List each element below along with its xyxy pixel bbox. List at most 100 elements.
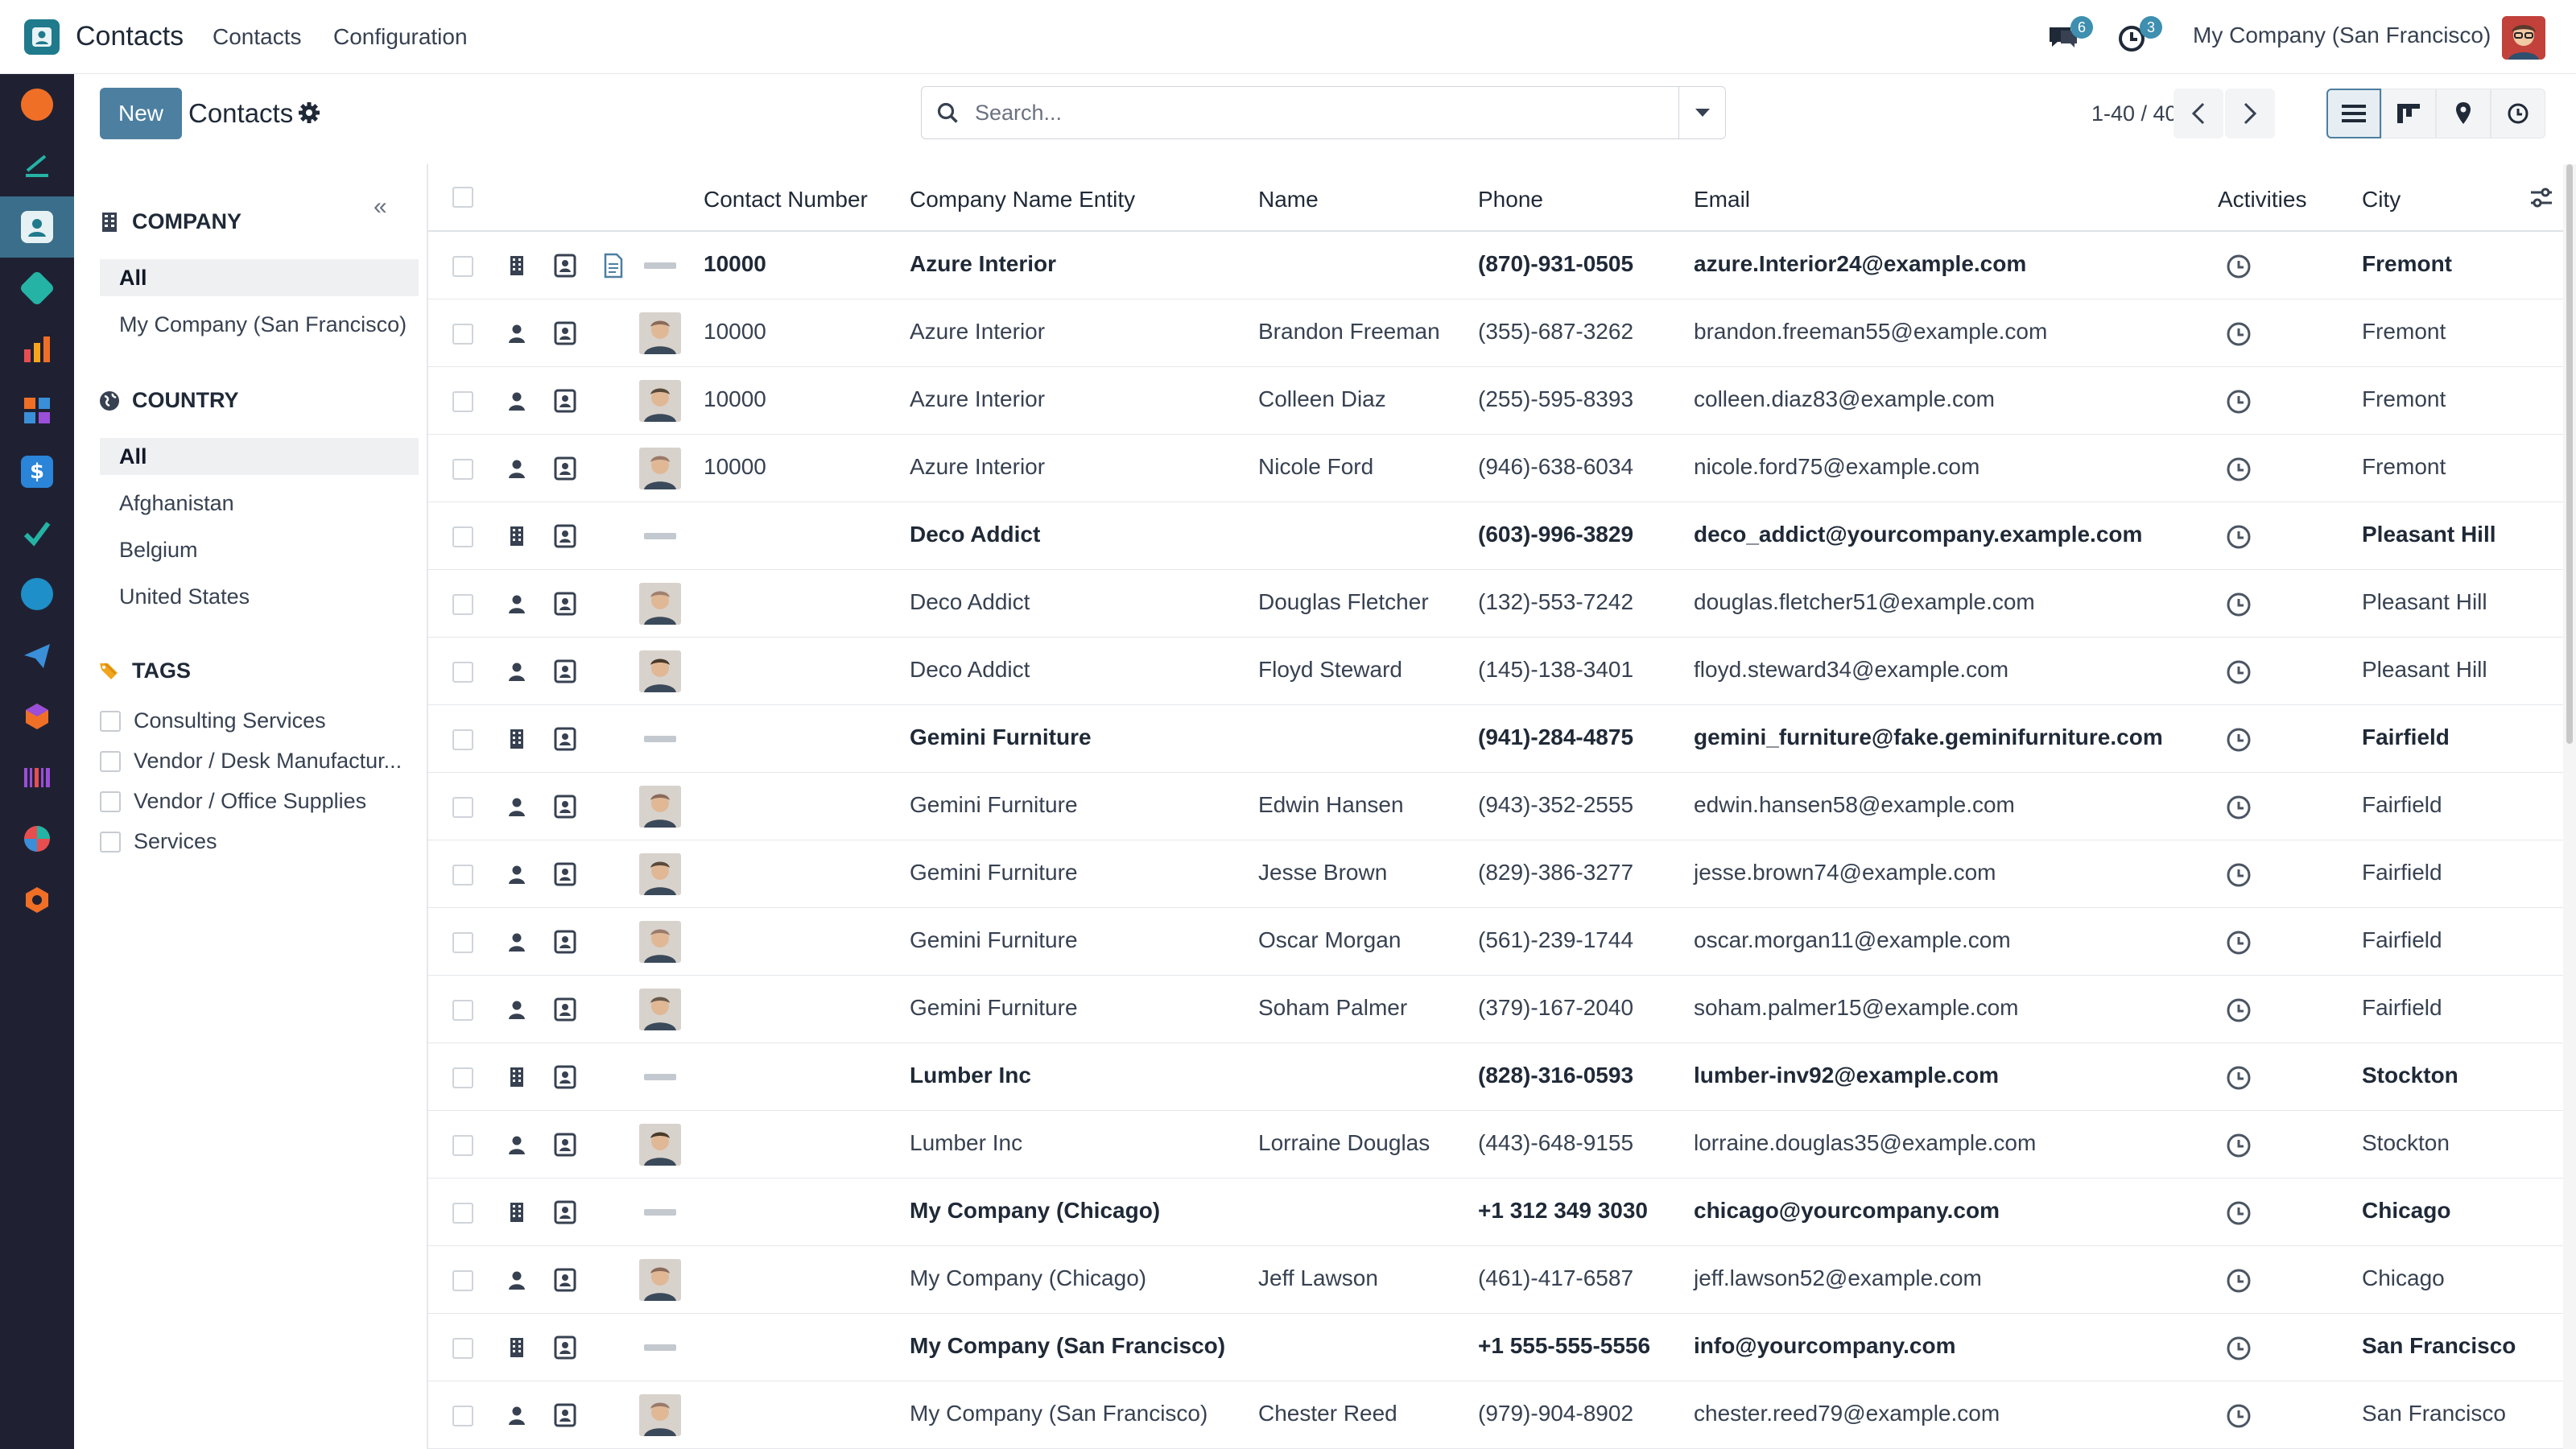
table-row[interactable]: My Company (Chicago) Jeff Lawson (461)-417… xyxy=(428,1246,2563,1314)
app-website-icon[interactable] xyxy=(0,564,74,625)
contact-card-icon[interactable] xyxy=(552,320,578,346)
table-row[interactable]: 10000 Azure Interior Nicole Ford (946)-638-… xyxy=(428,435,2563,502)
column-contact-number[interactable]: Contact Number xyxy=(704,187,868,213)
column-name[interactable]: Name xyxy=(1258,187,1319,213)
search-input[interactable] xyxy=(975,95,1651,130)
gear-icon[interactable] xyxy=(298,101,320,124)
checkbox[interactable] xyxy=(100,791,121,812)
user-avatar[interactable] xyxy=(2502,16,2545,60)
row-checkbox[interactable] xyxy=(452,391,473,412)
column-company-name-entity[interactable]: Company Name Entity xyxy=(910,187,1135,213)
app-invoicing-icon[interactable]: $ xyxy=(0,441,74,502)
activity-view-button[interactable] xyxy=(2491,89,2545,138)
table-row[interactable]: 10000 Azure Interior Brandon Freeman (355)-… xyxy=(428,299,2563,367)
column-activities[interactable]: Activities xyxy=(2218,187,2306,213)
activity-clock-icon[interactable] xyxy=(2225,861,2252,889)
app-barcode-icon[interactable] xyxy=(0,747,74,808)
company-switcher[interactable]: My Company (San Francisco) xyxy=(2193,23,2491,48)
table-row[interactable]: Lumber Inc (828)-316-0593 lumber-inv92@exa… xyxy=(428,1043,2563,1111)
table-row[interactable]: Gemini Furniture Oscar Morgan (561)-239-17… xyxy=(428,908,2563,976)
app-contacts-icon[interactable] xyxy=(0,196,74,258)
tag-filter-vendor-office[interactable]: Vendor / Office Supplies xyxy=(100,789,366,814)
app-inventory-icon[interactable] xyxy=(0,686,74,747)
activity-clock-icon[interactable] xyxy=(2225,1199,2252,1227)
document-icon[interactable] xyxy=(602,253,625,279)
contact-card-icon[interactable] xyxy=(552,1402,578,1428)
table-row[interactable]: Lumber Inc Lorraine Douglas (443)-648-9155… xyxy=(428,1111,2563,1179)
activity-clock-icon[interactable] xyxy=(2225,320,2252,348)
table-row[interactable]: Deco Addict (603)-996-3829 deco_addict@you… xyxy=(428,502,2563,570)
pager-value[interactable]: 1-40 / 40 xyxy=(2091,101,2178,126)
activity-clock-icon[interactable] xyxy=(2225,929,2252,956)
contact-card-icon[interactable] xyxy=(552,591,578,617)
app-project-icon[interactable] xyxy=(0,502,74,564)
contact-card-icon[interactable] xyxy=(552,1267,578,1293)
tag-filter-services[interactable]: Services xyxy=(100,829,217,854)
activity-clock-icon[interactable] xyxy=(2225,456,2252,483)
pager-previous-button[interactable] xyxy=(2174,89,2223,138)
row-checkbox[interactable] xyxy=(452,1135,473,1156)
country-filter-belgium[interactable]: Belgium xyxy=(100,531,419,568)
activity-clock-icon[interactable] xyxy=(2225,1402,2252,1430)
checkbox[interactable] xyxy=(100,750,121,772)
select-all-checkbox[interactable] xyxy=(452,187,473,208)
table-row[interactable]: Deco Addict Floyd Steward (145)-138-3401 fl… xyxy=(428,638,2563,705)
contact-card-icon[interactable] xyxy=(552,658,578,684)
table-row[interactable]: 10000 Azure Interior Colleen Diaz (255)-595… xyxy=(428,367,2563,435)
menu-configuration[interactable]: Configuration xyxy=(333,24,468,50)
row-checkbox[interactable] xyxy=(452,1067,473,1088)
row-checkbox[interactable] xyxy=(452,1203,473,1224)
app-reporting-icon[interactable] xyxy=(0,319,74,380)
map-view-button[interactable] xyxy=(2436,89,2491,138)
table-row[interactable]: Gemini Furniture (941)-284-4875 gemini_fur… xyxy=(428,705,2563,773)
activity-clock-icon[interactable] xyxy=(2225,1132,2252,1159)
row-checkbox[interactable] xyxy=(452,526,473,547)
country-filter-all[interactable]: All xyxy=(100,438,419,475)
activity-clock-icon[interactable] xyxy=(2225,658,2252,686)
row-checkbox[interactable] xyxy=(452,594,473,615)
row-checkbox[interactable] xyxy=(452,797,473,818)
contact-card-icon[interactable] xyxy=(552,929,578,955)
app-settings-icon[interactable] xyxy=(0,869,74,931)
collapse-panel-icon[interactable]: « xyxy=(374,193,387,221)
country-filter-united-states[interactable]: United States xyxy=(100,578,419,615)
table-row[interactable]: Gemini Furniture Edwin Hansen (943)-352-25… xyxy=(428,773,2563,840)
table-row[interactable]: My Company (Chicago) +1 312 349 3030 chica… xyxy=(428,1179,2563,1246)
tag-filter-consulting-services[interactable]: Consulting Services xyxy=(100,708,326,733)
app-email-marketing-icon[interactable] xyxy=(0,625,74,686)
tag-filter-vendor-desk[interactable]: Vendor / Desk Manufactur... xyxy=(100,749,402,774)
activity-clock-icon[interactable] xyxy=(2225,591,2252,618)
row-checkbox[interactable] xyxy=(452,932,473,953)
activity-clock-icon[interactable] xyxy=(2225,997,2252,1024)
app-name[interactable]: Contacts xyxy=(76,21,184,52)
column-phone[interactable]: Phone xyxy=(1478,187,1543,213)
contact-card-icon[interactable] xyxy=(552,388,578,414)
app-crm-icon[interactable] xyxy=(0,808,74,869)
row-checkbox[interactable] xyxy=(452,1270,473,1291)
contact-card-icon[interactable] xyxy=(552,523,578,549)
row-checkbox[interactable] xyxy=(452,865,473,886)
list-view-button[interactable] xyxy=(2326,89,2381,138)
activity-clock-icon[interactable] xyxy=(2225,253,2252,280)
company-filter-my-company[interactable]: My Company (San Francisco) xyxy=(100,306,419,343)
table-row[interactable]: 10000 Azure Interior (870)-931-0505 azure.I… xyxy=(428,232,2563,299)
table-row[interactable]: Gemini Furniture Jesse Brown (829)-386-327… xyxy=(428,840,2563,908)
app-tags-icon[interactable] xyxy=(0,258,74,319)
optional-columns-icon[interactable] xyxy=(2529,187,2553,213)
menu-contacts[interactable]: Contacts xyxy=(213,24,302,50)
country-filter-afghanistan[interactable]: Afghanistan xyxy=(100,485,419,522)
company-filter-all[interactable]: All xyxy=(100,259,419,296)
scrollbar-thumb[interactable] xyxy=(2566,164,2573,744)
activity-clock-icon[interactable] xyxy=(2225,523,2252,551)
contact-card-icon[interactable] xyxy=(552,794,578,819)
table-row[interactable]: My Company (San Francisco) Chester Reed (9… xyxy=(428,1381,2563,1449)
app-sign-icon[interactable] xyxy=(0,135,74,196)
checkbox[interactable] xyxy=(100,710,121,732)
contact-card-icon[interactable] xyxy=(552,726,578,752)
contact-card-icon[interactable] xyxy=(552,1064,578,1090)
activity-clock-icon[interactable] xyxy=(2225,1335,2252,1362)
row-checkbox[interactable] xyxy=(452,459,473,480)
pager-next-button[interactable] xyxy=(2225,89,2275,138)
row-checkbox[interactable] xyxy=(452,1406,473,1426)
table-row[interactable]: My Company (San Francisco) +1 555-555-555… xyxy=(428,1314,2563,1381)
